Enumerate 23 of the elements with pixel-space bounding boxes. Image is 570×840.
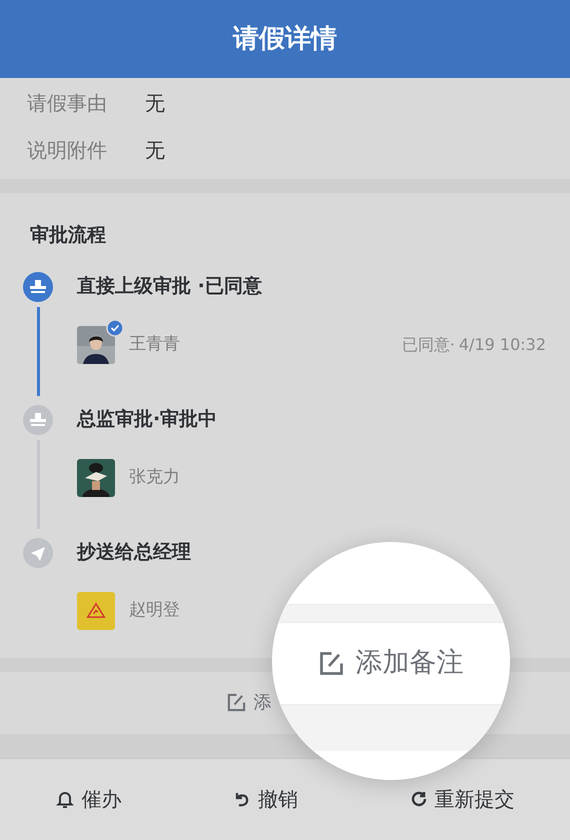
person-name: 王青青 — [129, 332, 180, 356]
person-name: 张克力 — [129, 466, 180, 489]
add-note-button[interactable]: 添加备注 — [318, 643, 464, 684]
step-title: 直接上级审批 ·已同意 — [77, 274, 263, 300]
approval-status: 已同意· — [402, 334, 455, 356]
section-title: 审批流程 — [30, 223, 107, 248]
field-label: 说明附件 — [27, 137, 108, 164]
person-name: 赵明登 — [129, 598, 180, 622]
action-button[interactable]: 撤销 — [232, 784, 298, 814]
action-button[interactable]: 重新提交 — [408, 784, 515, 814]
approval-time: 4/19 10:32 — [458, 334, 546, 356]
warning-icon — [86, 602, 106, 619]
step-title: 抄送给总经理 — [77, 540, 192, 566]
field-label: 请假事由 — [27, 90, 108, 117]
page-title: 请假详情 — [233, 22, 337, 56]
bell-icon — [55, 789, 76, 810]
field-value: 无 — [145, 137, 165, 164]
field-value: 无 — [145, 90, 165, 117]
edit-icon — [318, 651, 344, 676]
send-icon — [23, 538, 53, 568]
edit-icon — [226, 693, 246, 712]
step-title: 总监审批·审批中 — [77, 407, 218, 432]
action-button[interactable]: 催办 — [55, 784, 122, 814]
